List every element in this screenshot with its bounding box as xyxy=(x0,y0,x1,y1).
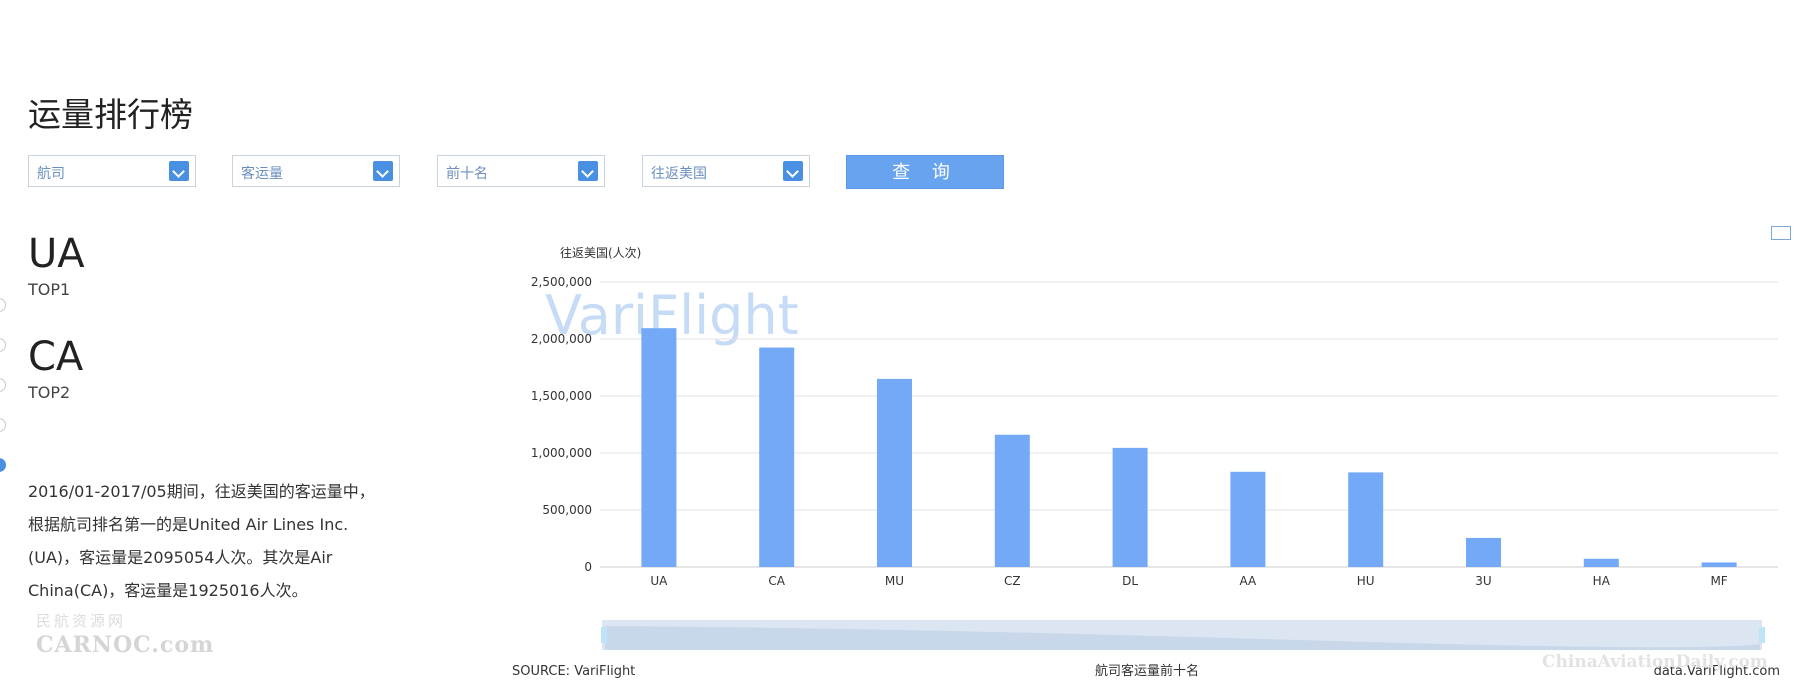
x-tick-label: DL xyxy=(1122,574,1138,588)
watermark-china-aviation: ChinaAviationDaily.com xyxy=(1542,652,1768,672)
bar-aa[interactable] xyxy=(1230,471,1266,567)
footer-caption: 航司客运量前十名 xyxy=(1095,663,1199,679)
y-tick-label: 0 xyxy=(584,560,592,574)
bar-mf[interactable] xyxy=(1701,562,1737,567)
x-tick-label: MF xyxy=(1710,574,1727,588)
bar-ca[interactable] xyxy=(759,347,795,567)
bar-chart: 往返美国(人次) VariFlight 0500,0001,000,0001,5… xyxy=(512,245,1780,679)
y-tick-label: 1,000,000 xyxy=(531,446,592,460)
y-tick-label: 500,000 xyxy=(542,503,592,517)
y-axis-label: 往返美国(人次) xyxy=(560,245,641,260)
x-tick-label: CZ xyxy=(1004,574,1021,588)
y-tick-label: 2,000,000 xyxy=(531,332,592,346)
x-tick-label: HU xyxy=(1357,574,1375,588)
x-tick-label: AA xyxy=(1240,574,1258,588)
bar-3u[interactable] xyxy=(1466,537,1501,567)
bar-mu[interactable] xyxy=(877,378,912,567)
data-zoom-handle-left[interactable] xyxy=(601,627,607,643)
bar-dl[interactable] xyxy=(1112,447,1148,567)
bar-ha[interactable] xyxy=(1583,558,1619,567)
x-tick-label: HA xyxy=(1593,574,1611,588)
x-tick-label: MU xyxy=(885,574,904,588)
bar-cz[interactable] xyxy=(994,434,1030,567)
data-zoom-slider[interactable] xyxy=(601,620,1765,650)
footer-source: SOURCE: VariFlight xyxy=(512,664,635,679)
x-tick-label: UA xyxy=(650,574,668,588)
y-tick-label: 2,500,000 xyxy=(531,275,592,289)
x-tick-label: CA xyxy=(768,574,785,588)
bar-ua[interactable] xyxy=(641,328,677,567)
save-image-icon[interactable] xyxy=(1771,226,1791,240)
data-zoom-handle-right[interactable] xyxy=(1759,627,1765,643)
y-tick-label: 1,500,000 xyxy=(531,389,592,403)
bar-hu[interactable] xyxy=(1348,472,1384,567)
x-tick-label: 3U xyxy=(1475,574,1491,588)
